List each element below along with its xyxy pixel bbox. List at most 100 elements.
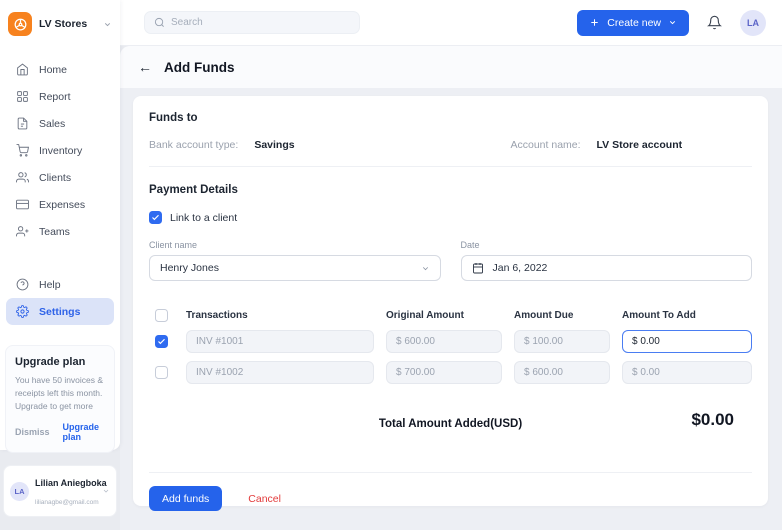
upgrade-plan-body: You have 50 invoices & receipts left thi… (15, 375, 104, 411)
sidebar-item-clients[interactable]: Clients (6, 164, 114, 191)
add-funds-card: Funds to Bank account type: Savings Acco… (133, 96, 768, 511)
table-row (149, 361, 752, 384)
sidebar-item-label: Settings (39, 305, 81, 318)
client-name-select[interactable]: Henry Jones (149, 255, 441, 281)
sidebar-item-report[interactable]: Report (6, 83, 114, 110)
payment-details-heading: Payment Details (149, 184, 238, 196)
transactions-table: Transactions Original Amount Amount Due … (149, 309, 752, 384)
col-amount-to-add: Amount To Add (622, 310, 696, 321)
search-input[interactable] (171, 17, 350, 28)
chevron-down-icon (103, 20, 112, 29)
sidebar-item-help[interactable]: Help (6, 271, 114, 298)
chevron-down-icon (102, 487, 110, 495)
workspace-name: LV Stores (39, 18, 88, 30)
sidebar-item-label: Report (39, 90, 71, 103)
user-account-card[interactable]: LA Lilian Aniegboka lilianagbe@gmail.com (3, 465, 117, 518)
sidebar-item-teams[interactable]: Teams (6, 218, 114, 245)
brand-logo-icon (8, 12, 32, 36)
sales-icon (16, 117, 29, 130)
page-body: ← Add Funds Funds to Bank account type: … (120, 46, 782, 530)
upgrade-plan-link[interactable]: Upgrade plan (63, 422, 105, 442)
user-email: lilianagbe@gmail.com (35, 499, 99, 507)
select-all-checkbox[interactable] (155, 309, 168, 322)
row-checkbox[interactable] (155, 335, 168, 348)
report-icon (16, 90, 29, 103)
transaction-id-field (186, 330, 374, 353)
bank-account-type-value: Savings (254, 139, 295, 151)
original-amount-field (386, 361, 502, 384)
original-amount-field (386, 330, 502, 353)
sidebar-item-label: Help (39, 278, 61, 291)
sidebar-item-home[interactable]: Home (6, 56, 114, 83)
col-amount-due: Amount Due (514, 310, 574, 321)
sidebar-nav: Home Report Sales Inventory Clients Expe… (0, 56, 120, 325)
account-name-value: LV Store account (596, 139, 683, 151)
link-to-client-row[interactable]: Link to a client (149, 211, 752, 224)
sidebar-item-label: Teams (39, 225, 70, 238)
section-divider (149, 166, 752, 167)
chevron-down-icon (421, 264, 430, 273)
funds-to-heading: Funds to (149, 112, 198, 124)
link-to-client-checkbox[interactable] (149, 211, 162, 224)
topbar-avatar[interactable]: LA (740, 9, 766, 36)
plus-icon (589, 17, 600, 28)
app-root: LV Stores Home Report Sales Inventory Cl… (0, 0, 782, 530)
main-area: Create new LA ← Add Funds Funds (120, 0, 782, 530)
create-new-button[interactable]: Create new (577, 9, 689, 36)
row-checkbox[interactable] (155, 366, 168, 379)
content-area: Funds to Bank account type: Savings Acco… (120, 88, 782, 530)
amount-due-field (514, 361, 610, 384)
teams-icon (16, 225, 29, 238)
page-title: Add Funds (164, 59, 235, 75)
sidebar-item-label: Sales (39, 117, 66, 130)
table-header-row: Transactions Original Amount Amount Due … (149, 309, 752, 322)
upgrade-plan-title: Upgrade plan (15, 356, 86, 368)
date-field[interactable]: Jan 6, 2022 (460, 255, 752, 281)
total-amount-label: Total Amount Added(USD) (378, 418, 523, 430)
sidebar-item-label: Inventory (39, 144, 83, 157)
table-row (149, 330, 752, 353)
inventory-icon (16, 144, 29, 157)
search-box (144, 11, 360, 34)
transaction-id-field (186, 361, 374, 384)
user-name: Lilian Aniegboka (35, 478, 107, 489)
back-arrow-icon[interactable]: ← (138, 60, 152, 74)
date-label: Date (460, 240, 480, 250)
amount-to-add-input[interactable] (622, 330, 752, 353)
sidebar-item-label: Expenses (39, 198, 86, 211)
upgrade-plan-card: Upgrade plan You have 50 invoices & rece… (5, 345, 115, 454)
col-transactions: Transactions (186, 310, 248, 321)
home-icon (16, 63, 29, 76)
sidebar-item-expenses[interactable]: Expenses (6, 191, 114, 218)
page-header: ← Add Funds (120, 46, 782, 88)
bank-account-type-label: Bank account type: (149, 139, 239, 151)
sidebar-panel: LV Stores Home Report Sales Inventory Cl… (0, 0, 120, 518)
notifications-bell-icon[interactable] (707, 15, 722, 30)
sidebar-item-label: Home (39, 63, 68, 76)
footer-divider (149, 472, 752, 473)
sidebar-item-settings[interactable]: Settings (6, 298, 114, 325)
link-to-client-label: Link to a client (170, 211, 238, 224)
date-value: Jan 6, 2022 (492, 262, 548, 274)
chevron-down-icon (668, 18, 677, 27)
sidebar: LV Stores Home Report Sales Inventory Cl… (0, 0, 120, 530)
search-icon (154, 17, 165, 28)
client-name-value: Henry Jones (160, 262, 219, 274)
sidebar-item-sales[interactable]: Sales (6, 110, 114, 137)
amount-due-field (514, 330, 610, 353)
client-name-label: Client name (149, 240, 198, 250)
user-avatar: LA (10, 481, 29, 501)
dismiss-link[interactable]: Dismiss (15, 427, 50, 437)
add-funds-button[interactable]: Add funds (149, 486, 223, 511)
sidebar-item-label: Clients (39, 171, 72, 184)
sidebar-item-inventory[interactable]: Inventory (6, 137, 114, 164)
cancel-button[interactable]: Cancel (248, 493, 281, 505)
col-original-amount: Original Amount (386, 310, 464, 321)
workspace-switcher[interactable]: LV Stores (0, 8, 120, 46)
expenses-icon (16, 198, 29, 211)
clients-icon (16, 171, 29, 184)
help-icon (16, 278, 29, 291)
amount-to-add-input (622, 361, 752, 384)
settings-icon (16, 305, 29, 318)
